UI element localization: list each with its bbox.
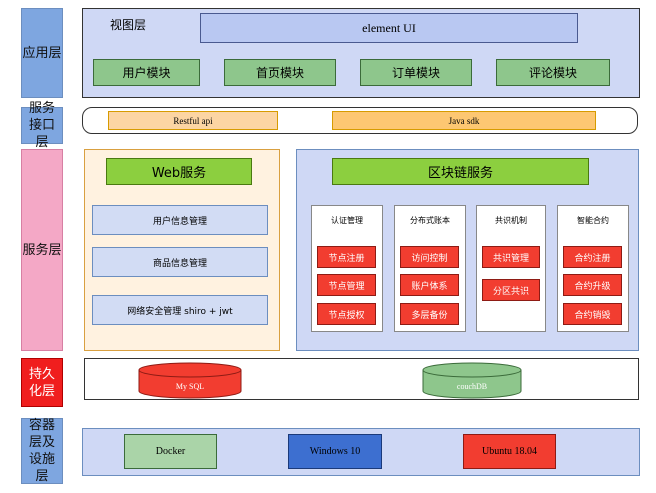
bc-column-contract-title: 智能合约 bbox=[577, 216, 609, 225]
view-layer-label: 视图层 bbox=[110, 18, 147, 32]
web-item-user-info-text: 用户信息管理 bbox=[152, 216, 207, 227]
layer-label-persistence: 持久化层 bbox=[21, 358, 63, 407]
module-user: 用户模块 bbox=[93, 59, 200, 86]
module-user-label: 用户模块 bbox=[122, 66, 171, 80]
bc-consensus-item-2-text: 分区共识 bbox=[492, 286, 529, 297]
web-item-user-info: 用户信息管理 bbox=[92, 205, 268, 235]
bc-contract-item-2: 合约升级 bbox=[563, 274, 622, 296]
layer-label-infra-text: 容器层及设施层 bbox=[28, 418, 55, 484]
bc-auth-item-3-text: 节点授权 bbox=[328, 310, 365, 321]
java-sdk-text: Java sdk bbox=[448, 115, 480, 126]
module-order-label: 订单模块 bbox=[391, 66, 440, 80]
bc-column-auth-title: 认证管理 bbox=[331, 216, 363, 225]
ubuntu-text: Ubuntu 18.04 bbox=[482, 446, 537, 457]
bc-auth-item-1-text: 节点注册 bbox=[328, 253, 365, 264]
web-item-product-info: 商品信息管理 bbox=[92, 247, 268, 277]
bc-ledger-item-1-text: 访问控制 bbox=[411, 253, 448, 264]
bc-column-ledger-title: 分布式账本 bbox=[410, 216, 450, 225]
java-sdk-box: Java sdk bbox=[332, 111, 596, 130]
bc-contract-item-1-text: 合约注册 bbox=[574, 253, 611, 264]
blockchain-service-title-text: 区块链服务 bbox=[427, 166, 493, 181]
bc-ledger-item-1: 访问控制 bbox=[400, 246, 459, 268]
couchdb-label: couchDB bbox=[456, 381, 488, 391]
bc-column-consensus-title: 共识机制 bbox=[495, 216, 527, 225]
bc-auth-item-1: 节点注册 bbox=[317, 246, 376, 268]
bc-consensus-item-1-text: 共识管理 bbox=[492, 253, 529, 264]
docker-text: Docker bbox=[155, 446, 186, 457]
layer-label-persistence-text: 持久化层 bbox=[28, 366, 55, 399]
bc-auth-item-3: 节点授权 bbox=[317, 303, 376, 325]
bc-contract-item-2-text: 合约升级 bbox=[574, 281, 611, 292]
windows-text: Windows 10 bbox=[309, 446, 361, 457]
bc-ledger-item-3-text: 多层备份 bbox=[411, 310, 448, 321]
element-ui-box: element UI bbox=[200, 13, 578, 43]
blockchain-service-title: 区块链服务 bbox=[332, 158, 589, 185]
bc-consensus-item-1: 共识管理 bbox=[482, 246, 540, 268]
bc-contract-item-1: 合约注册 bbox=[563, 246, 622, 268]
bc-ledger-item-2: 账户体系 bbox=[400, 274, 459, 296]
restful-api-text: Restful api bbox=[173, 115, 213, 126]
restful-api-box: Restful api bbox=[108, 111, 278, 130]
bc-auth-item-2: 节点管理 bbox=[317, 274, 376, 296]
web-item-security: 网络安全管理 shiro + jwt bbox=[92, 295, 268, 325]
web-service-title: Web服务 bbox=[106, 158, 252, 185]
layer-label-service: 服务层 bbox=[21, 149, 63, 351]
bc-contract-item-3-text: 合约销毁 bbox=[574, 310, 611, 321]
web-item-product-info-text: 商品信息管理 bbox=[152, 258, 207, 269]
bc-ledger-item-2-text: 账户体系 bbox=[411, 281, 448, 292]
layer-label-service-api: 服务接口层 bbox=[21, 101, 63, 150]
module-comment-label: 评论模块 bbox=[528, 66, 577, 80]
module-home: 首页模块 bbox=[224, 59, 336, 86]
module-order: 订单模块 bbox=[360, 59, 472, 86]
layer-label-infra: 容器层及设施层 bbox=[21, 418, 63, 484]
module-home-label: 首页模块 bbox=[255, 66, 304, 80]
docker-box: Docker bbox=[124, 434, 217, 469]
web-item-security-text: 网络安全管理 shiro + jwt bbox=[127, 306, 233, 317]
ubuntu-box: Ubuntu 18.04 bbox=[463, 434, 556, 469]
module-comment: 评论模块 bbox=[496, 59, 610, 86]
web-service-title-text: Web服务 bbox=[151, 166, 207, 181]
layer-label-app: 应用层 bbox=[21, 8, 63, 98]
bc-contract-item-3: 合约销毁 bbox=[563, 303, 622, 325]
windows-box: Windows 10 bbox=[288, 434, 382, 469]
bc-consensus-item-2: 分区共识 bbox=[482, 279, 540, 301]
element-ui-text: element UI bbox=[362, 20, 416, 35]
layer-label-service-text: 服务层 bbox=[22, 242, 62, 258]
layer-label-app-text: 应用层 bbox=[22, 45, 62, 61]
bc-ledger-item-3: 多层备份 bbox=[400, 303, 459, 325]
layer-label-service-api-text: 服务接口层 bbox=[28, 101, 55, 150]
mysql-label: My SQL bbox=[175, 381, 205, 391]
bc-auth-item-2-text: 节点管理 bbox=[328, 281, 365, 292]
